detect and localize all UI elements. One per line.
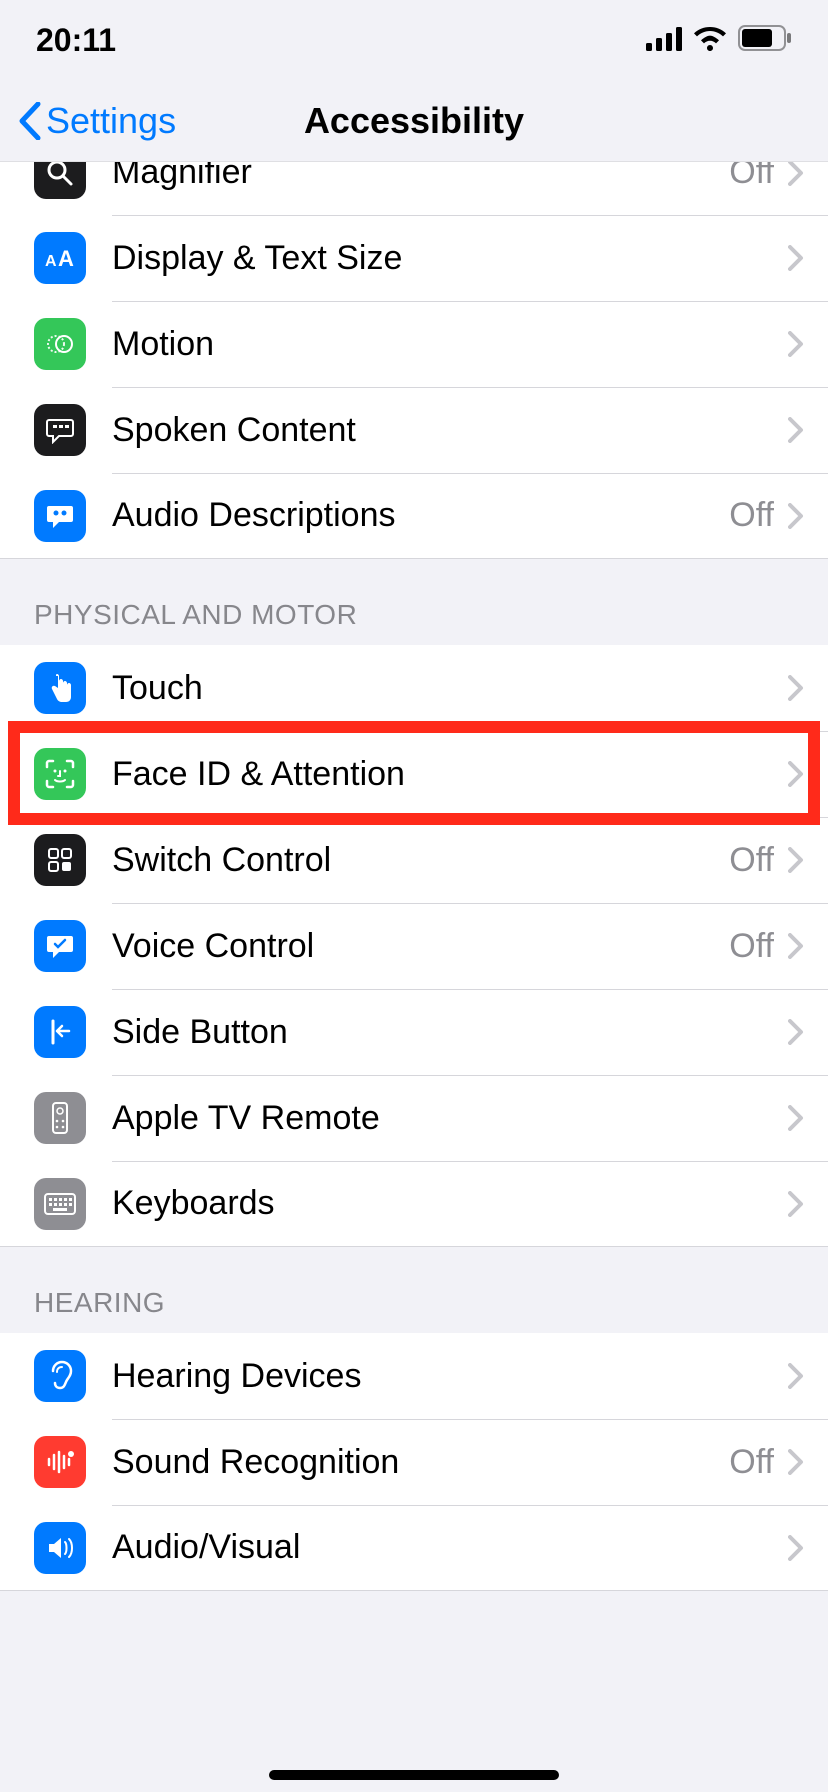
row-side-button[interactable]: Side Button — [0, 989, 828, 1075]
chevron-right-icon — [788, 1449, 804, 1475]
chevron-right-icon — [788, 417, 804, 443]
chevron-right-icon — [788, 1191, 804, 1217]
svg-text:A: A — [45, 253, 57, 270]
row-display-text-size[interactable]: AA Display & Text Size — [0, 215, 828, 301]
nav-bar: Settings Accessibility — [0, 80, 828, 162]
voice-icon — [34, 920, 86, 972]
back-button[interactable]: Settings — [18, 100, 176, 142]
quote-bubble-icon — [34, 490, 86, 542]
row-label: Audio/Visual — [112, 1528, 774, 1567]
row-label: Face ID & Attention — [112, 755, 774, 794]
side-button-icon — [34, 1006, 86, 1058]
chevron-right-icon — [788, 1535, 804, 1561]
speaker-icon — [34, 1522, 86, 1574]
row-voice-control[interactable]: Voice Control Off — [0, 903, 828, 989]
chevron-right-icon — [788, 933, 804, 959]
row-label: Display & Text Size — [112, 239, 774, 278]
wifi-icon — [694, 22, 726, 59]
row-detail: Off — [729, 496, 774, 535]
row-label: Hearing Devices — [112, 1357, 774, 1396]
chevron-right-icon — [788, 1363, 804, 1389]
section-physical: PHYSICAL AND MOTOR Touch Face ID & Atten… — [0, 559, 828, 1247]
row-detail: Off — [729, 841, 774, 880]
remote-icon — [34, 1092, 86, 1144]
waveform-icon — [34, 1436, 86, 1488]
grid-icon — [34, 834, 86, 886]
chevron-right-icon — [788, 503, 804, 529]
section-header: PHYSICAL AND MOTOR — [0, 559, 828, 645]
touch-icon — [34, 662, 86, 714]
row-face-id[interactable]: Face ID & Attention — [0, 731, 828, 817]
battery-icon — [738, 22, 792, 59]
row-hearing-devices[interactable]: Hearing Devices — [0, 1333, 828, 1419]
row-touch[interactable]: Touch — [0, 645, 828, 731]
chevron-left-icon — [18, 102, 42, 140]
row-label: Switch Control — [112, 841, 729, 880]
row-label: Keyboards — [112, 1184, 774, 1223]
cellular-icon — [646, 22, 682, 59]
chevron-right-icon — [788, 847, 804, 873]
section-hearing: HEARING Hearing Devices Sound Recognitio… — [0, 1247, 828, 1591]
status-right — [646, 22, 792, 59]
chevron-right-icon — [788, 761, 804, 787]
ear-icon — [34, 1350, 86, 1402]
page-title: Accessibility — [304, 100, 524, 142]
row-apple-tv-remote[interactable]: Apple TV Remote — [0, 1075, 828, 1161]
chevron-right-icon — [788, 675, 804, 701]
chevron-right-icon — [788, 1019, 804, 1045]
row-audio-descriptions[interactable]: Audio Descriptions Off — [0, 473, 828, 559]
section-vision: Magnifier Off AA Display & Text Size Mot… — [0, 162, 828, 559]
row-motion[interactable]: Motion — [0, 301, 828, 387]
row-label: Spoken Content — [112, 411, 774, 450]
keyboard-icon — [34, 1178, 86, 1230]
row-label: Touch — [112, 669, 774, 708]
text-size-icon: AA — [34, 232, 86, 284]
row-label: Apple TV Remote — [112, 1099, 774, 1138]
row-detail: Off — [729, 1443, 774, 1482]
row-switch-control[interactable]: Switch Control Off — [0, 817, 828, 903]
row-label: Audio Descriptions — [112, 496, 729, 535]
row-audio-visual[interactable]: Audio/Visual — [0, 1505, 828, 1591]
row-label: Sound Recognition — [112, 1443, 729, 1482]
row-label: Voice Control — [112, 927, 729, 966]
back-label: Settings — [46, 100, 176, 142]
magnifier-icon — [34, 162, 86, 199]
face-id-icon — [34, 748, 86, 800]
chevron-right-icon — [788, 1105, 804, 1131]
row-detail: Off — [729, 162, 774, 192]
settings-list[interactable]: Magnifier Off AA Display & Text Size Mot… — [0, 162, 828, 1792]
row-spoken-content[interactable]: Spoken Content — [0, 387, 828, 473]
chevron-right-icon — [788, 245, 804, 271]
row-label: Side Button — [112, 1013, 774, 1052]
row-label: Magnifier — [112, 162, 729, 192]
row-keyboards[interactable]: Keyboards — [0, 1161, 828, 1247]
row-magnifier[interactable]: Magnifier Off — [0, 162, 828, 215]
chevron-right-icon — [788, 162, 804, 186]
svg-text:A: A — [58, 246, 74, 271]
row-detail: Off — [729, 927, 774, 966]
motion-icon — [34, 318, 86, 370]
status-time: 20:11 — [36, 22, 116, 59]
speech-bubble-icon — [34, 404, 86, 456]
chevron-right-icon — [788, 331, 804, 357]
row-sound-recognition[interactable]: Sound Recognition Off — [0, 1419, 828, 1505]
home-indicator[interactable] — [269, 1770, 559, 1780]
status-bar: 20:11 — [0, 0, 828, 80]
section-header: HEARING — [0, 1247, 828, 1333]
row-label: Motion — [112, 325, 774, 364]
